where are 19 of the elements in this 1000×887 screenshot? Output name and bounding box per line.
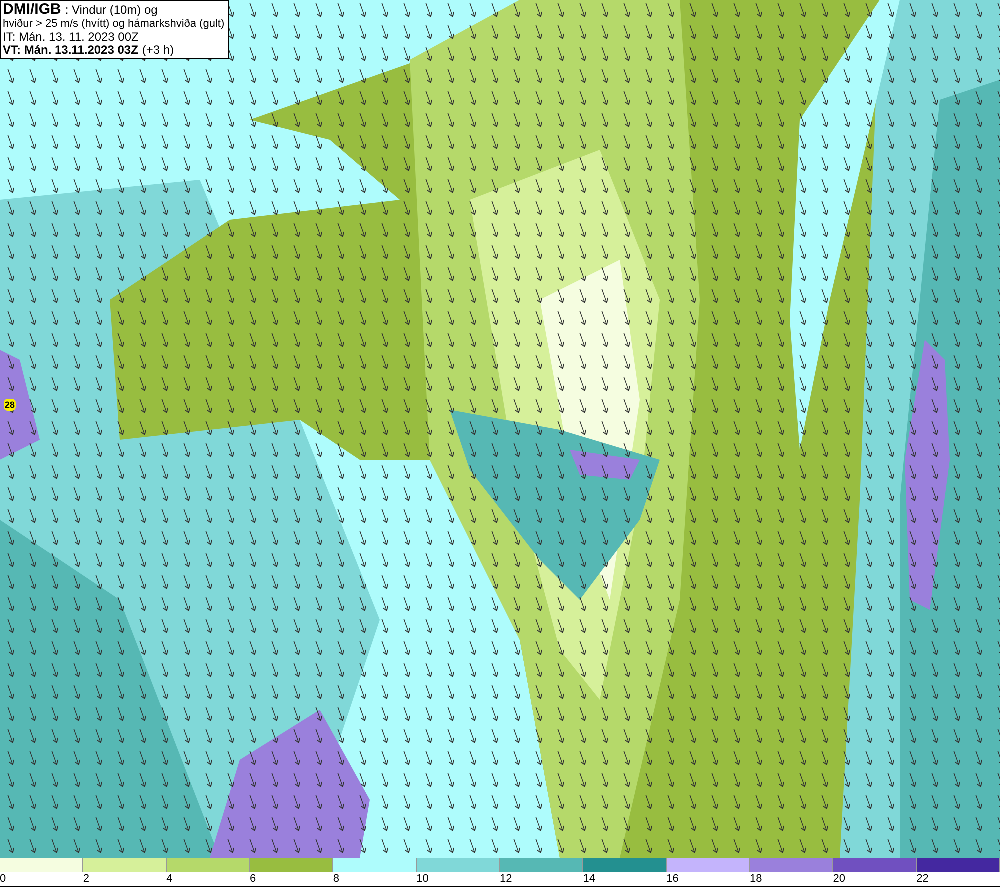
- source-label: DMI/IGB: [3, 2, 62, 18]
- legend-label: 12: [500, 872, 512, 886]
- legend-label: 4: [166, 872, 173, 886]
- legend-label: 0: [0, 872, 6, 886]
- legend-label: 6: [250, 872, 256, 886]
- legend-label: 8: [333, 872, 340, 886]
- legend-label: 14: [583, 872, 596, 886]
- legend-label: 22: [916, 872, 929, 886]
- legend-label: 20: [833, 872, 846, 886]
- map-subtitle: hviður > 25 m/s (hvítt) og hámarkshviða (gult): [3, 18, 226, 31]
- legend-label: 18: [750, 872, 762, 886]
- valid-time: VT: Mán. 13.11.2023 03Z: [3, 44, 138, 57]
- legend-label: 10: [416, 872, 429, 886]
- init-time: IT: Mán. 13. 11. 2023 00Z: [3, 31, 140, 44]
- valid-offset: (+3 h): [142, 44, 174, 57]
- map-title: : Vindur (10m) og: [65, 4, 158, 17]
- map-label: 28: [4, 399, 16, 411]
- legend-label: 2: [83, 872, 90, 886]
- legend-label: 16: [666, 872, 679, 886]
